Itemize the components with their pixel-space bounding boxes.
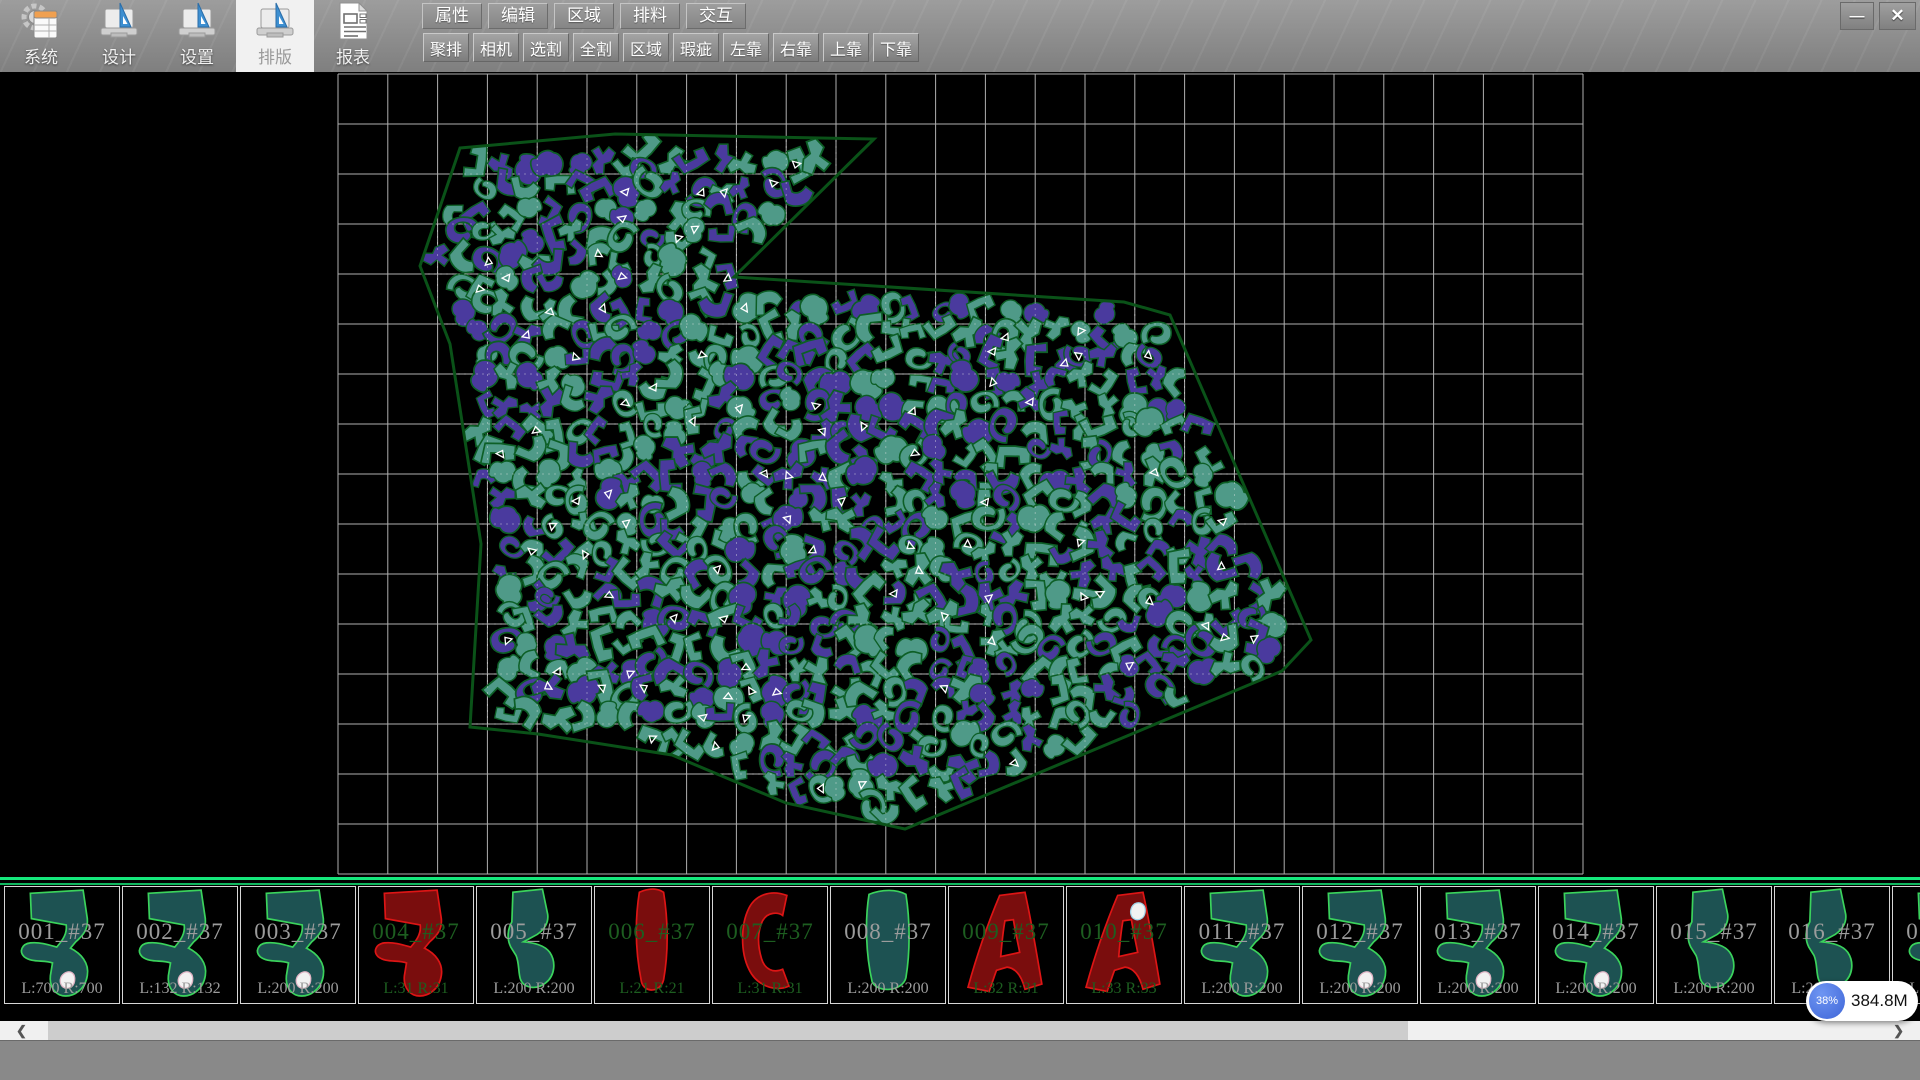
- menu-tab-region[interactable]: 区域: [554, 3, 614, 29]
- app-tab-nesting[interactable]: 排版: [236, 0, 314, 72]
- memory-value: 384.8M: [1851, 981, 1908, 1021]
- part-id: 013_#37: [1421, 919, 1535, 945]
- part-counts: L:200 R:200: [241, 980, 355, 998]
- part-counts: L:200 R:200: [477, 980, 591, 998]
- app-tab-label: 排版: [258, 43, 292, 68]
- part-id: 015_#37: [1657, 919, 1771, 945]
- tool-align-bottom[interactable]: 下靠: [873, 33, 919, 62]
- part-id: 005_#37: [477, 919, 591, 945]
- menu-tab-edit[interactable]: 编辑: [488, 3, 548, 29]
- tool-cluster-nest[interactable]: 聚排: [423, 33, 469, 62]
- part-counts: L:31 R:31: [359, 980, 473, 998]
- app-tab-label: 系统: [24, 43, 58, 68]
- part-counts: L:32 R:31: [949, 980, 1063, 998]
- part-counts: L:200 R:200: [1303, 980, 1417, 998]
- parts-thumbnail-bar: 001_#37L:700 R:700002_#37L:132 R:132003_…: [0, 876, 1920, 1008]
- part-thumbnail-008[interactable]: 008_#37 L:200 R:200: [830, 886, 946, 1004]
- app-tab-label: 报表: [336, 43, 370, 68]
- report-icon: [332, 0, 374, 42]
- minimize-button[interactable]: —: [1840, 2, 1874, 30]
- part-thumbnail-013[interactable]: 013_#37 L:200 R:200: [1420, 886, 1536, 1004]
- part-thumbnail-005[interactable]: 005_#37 L:200 R:200: [476, 886, 592, 1004]
- part-id: 017_#37: [1893, 919, 1920, 945]
- part-thumbnail-007[interactable]: 007_#37 L:31 R:31: [712, 886, 828, 1004]
- tool-bar: 聚排相机选割全割区域瑕疵左靠右靠上靠下靠: [423, 33, 919, 62]
- tool-align-right[interactable]: 右靠: [773, 33, 819, 62]
- menu-bar: 属性编辑区域排料交互: [422, 3, 746, 29]
- nest-svg[interactable]: [0, 72, 1920, 876]
- app-tab-strip: 系统 设计 设置 排版 报表: [2, 0, 392, 72]
- part-id: 006_#37: [595, 919, 709, 945]
- parts-cells: 001_#37L:700 R:700002_#37L:132 R:132003_…: [4, 886, 1920, 1004]
- tool-select-cut[interactable]: 选割: [523, 33, 569, 62]
- scroll-left-button[interactable]: ❮: [0, 1021, 48, 1040]
- menu-tab-properties[interactable]: 属性: [422, 3, 482, 29]
- part-thumbnail-009[interactable]: 009_#37 L:32 R:31: [948, 886, 1064, 1004]
- tool-align-top[interactable]: 上靠: [823, 33, 869, 62]
- scroll-right-button[interactable]: ❯: [1872, 1021, 1920, 1040]
- nesting-canvas[interactable]: [0, 72, 1920, 876]
- tool-cut-all[interactable]: 全割: [573, 33, 619, 62]
- part-thumbnail-002[interactable]: 002_#37 L:132 R:132: [122, 886, 238, 1004]
- separator-line-bottom: [0, 883, 1920, 885]
- part-counts: L:21 R:21: [595, 980, 709, 998]
- part-thumbnail-014[interactable]: 014_#37 L:200 R:200: [1538, 886, 1654, 1004]
- app-tab-design[interactable]: 设计: [80, 0, 158, 72]
- part-counts: L:200 R:200: [1185, 980, 1299, 998]
- part-id: 010_#37: [1067, 919, 1181, 945]
- part-id: 011_#37: [1185, 919, 1299, 945]
- part-counts: L:200 R:200: [1657, 980, 1771, 998]
- memory-status-badge[interactable]: 38% 384.8M: [1806, 981, 1918, 1021]
- part-thumbnail-012[interactable]: 012_#37 L:200 R:200: [1302, 886, 1418, 1004]
- tool-align-left[interactable]: 左靠: [723, 33, 769, 62]
- menu-tab-nesting[interactable]: 排料: [620, 3, 680, 29]
- part-id: 001_#37: [5, 919, 119, 945]
- tool-region[interactable]: 区域: [623, 33, 669, 62]
- part-thumbnail-006[interactable]: 006_#37 L:21 R:21: [594, 886, 710, 1004]
- part-counts: L:33 R:33: [1067, 980, 1181, 998]
- app-tab-label: 设置: [180, 43, 214, 68]
- scrollbar-thumb[interactable]: [48, 1021, 1408, 1040]
- bottom-statusbar: [0, 1040, 1920, 1080]
- app-tab-report[interactable]: 报表: [314, 0, 392, 72]
- part-thumbnail-001[interactable]: 001_#37 L:700 R:700: [4, 886, 120, 1004]
- part-id: 016_#37: [1775, 919, 1889, 945]
- top-toolbar: 系统设计设置排版报表 属性编辑区域排料交互 聚排相机选割全割区域瑕疵左靠右靠上靠…: [0, 0, 1920, 72]
- part-thumbnail-010[interactable]: 010_#37 L:33 R:33: [1066, 886, 1182, 1004]
- ruler-icon: [176, 0, 218, 42]
- app-tab-system[interactable]: 系统: [2, 0, 80, 72]
- part-id: 004_#37: [359, 919, 473, 945]
- part-counts: L:200 R:200: [1421, 980, 1535, 998]
- part-counts: L:200 R:200: [1539, 980, 1653, 998]
- part-id: 003_#37: [241, 919, 355, 945]
- app-tab-label: 设计: [102, 43, 136, 68]
- system-icon: [20, 0, 62, 42]
- part-counts: L:31 R:31: [713, 980, 827, 998]
- part-counts: L:200 R:200: [831, 980, 945, 998]
- app-tab-settings[interactable]: 设置: [158, 0, 236, 72]
- menu-tab-interactive[interactable]: 交互: [686, 3, 746, 29]
- part-thumbnail-003[interactable]: 003_#37 L:200 R:200: [240, 886, 356, 1004]
- part-counts: L:700 R:700: [5, 980, 119, 998]
- part-thumbnail-015[interactable]: 015_#37 L:200 R:200: [1656, 886, 1772, 1004]
- ruler-icon: [254, 0, 296, 42]
- part-counts: L:132 R:132: [123, 980, 237, 998]
- part-thumbnail-004[interactable]: 004_#37 L:31 R:31: [358, 886, 474, 1004]
- percent-value: 38%: [1816, 995, 1838, 1007]
- percent-circle: 38%: [1809, 983, 1845, 1019]
- tool-camera[interactable]: 相机: [473, 33, 519, 62]
- part-id: 007_#37: [713, 919, 827, 945]
- tool-defect[interactable]: 瑕疵: [673, 33, 719, 62]
- horizontal-scrollbar[interactable]: ❮ ❯: [0, 1021, 1920, 1040]
- part-id: 009_#37: [949, 919, 1063, 945]
- part-id: 012_#37: [1303, 919, 1417, 945]
- ruler-icon: [98, 0, 140, 42]
- separator-line-top: [0, 877, 1920, 880]
- part-id: 008_#37: [831, 919, 945, 945]
- part-id: 014_#37: [1539, 919, 1653, 945]
- window-controls: — ✕: [1840, 2, 1916, 30]
- part-id: 002_#37: [123, 919, 237, 945]
- part-thumbnail-011[interactable]: 011_#37 L:200 R:200: [1184, 886, 1300, 1004]
- close-button[interactable]: ✕: [1879, 2, 1916, 30]
